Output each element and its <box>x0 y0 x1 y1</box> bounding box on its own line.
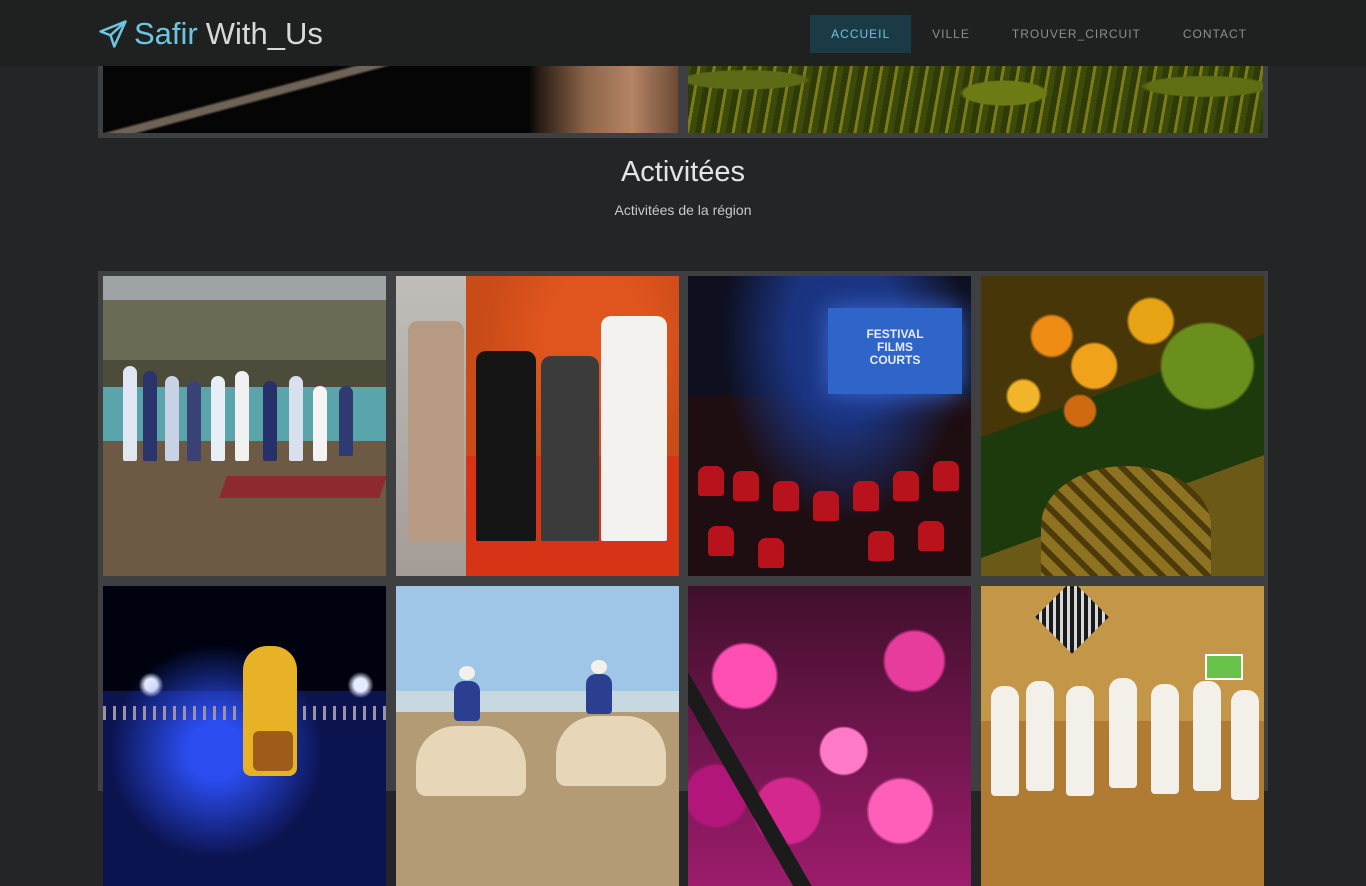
cinema-seat <box>698 466 724 496</box>
rug-shape <box>218 476 386 498</box>
wall-picture <box>1205 654 1243 680</box>
person-figure <box>408 321 464 541</box>
singer-figure <box>1109 678 1137 788</box>
main-nav: ACCUEIL VILLE TROUVER_CIRCUIT CONTACT <box>810 15 1268 53</box>
activity-image-date-palm[interactable] <box>981 276 1264 576</box>
drum <box>253 731 293 771</box>
camel <box>556 716 666 786</box>
performer-figure <box>165 376 179 461</box>
brand-logo-link[interactable]: Safir With_Us <box>98 14 323 54</box>
performer-figure <box>123 366 137 461</box>
activity-image-performers-lake[interactable] <box>103 276 386 576</box>
cinema-seat <box>708 526 734 556</box>
performer-figure <box>339 386 353 456</box>
cinema-seat <box>933 461 959 491</box>
singer-figure <box>1066 686 1094 796</box>
cinema-seat <box>918 521 944 551</box>
cinema-seat <box>853 481 879 511</box>
activity-image-stage-drummer[interactable] <box>103 586 386 886</box>
performer-figure <box>263 381 277 461</box>
rider <box>454 681 480 721</box>
section-title: Activitées <box>620 156 746 188</box>
paper-plane-icon <box>98 19 128 49</box>
activity-image-roses[interactable] <box>688 586 971 886</box>
activity-image-singers-group[interactable] <box>981 586 1264 886</box>
activity-image-camel-riders[interactable] <box>396 586 679 886</box>
brand-name-accent: Safir <box>134 16 198 51</box>
screen-text: FESTIVAL FILMS COURTS <box>866 327 924 367</box>
person-figure <box>476 351 536 541</box>
brand-name-rest: With_Us <box>205 16 323 51</box>
palm-trunk <box>1041 466 1211 576</box>
person-figure <box>601 316 667 541</box>
activities-gallery: FESTIVAL FILMS COURTS <box>98 271 1268 886</box>
performer-figure <box>143 371 157 461</box>
cinema-seat <box>868 531 894 561</box>
wall-decoration <box>1035 586 1109 654</box>
nav-item-accueil[interactable]: ACCUEIL <box>810 15 912 53</box>
singer-figure <box>991 686 1019 796</box>
activity-image-award-ceremony[interactable] <box>396 276 679 576</box>
performer-figure <box>235 371 249 461</box>
performer-figure <box>211 376 225 461</box>
activity-image-film-festival[interactable]: FESTIVAL FILMS COURTS <box>688 276 971 576</box>
singer-figure <box>1231 690 1259 800</box>
rose-stem <box>688 624 826 886</box>
singer-figure <box>1026 681 1054 791</box>
cinema-seat <box>773 481 799 511</box>
cinema-seat <box>813 491 839 521</box>
cinema-seat <box>893 471 919 501</box>
performer-figure <box>187 381 201 461</box>
cinema-screen: FESTIVAL FILMS COURTS <box>828 308 962 394</box>
person-figure <box>541 356 599 541</box>
navbar: Safir With_Us ACCUEIL VILLE TROUVER_CIRC… <box>0 0 1366 66</box>
nav-item-trouver-circuit[interactable]: TROUVER_CIRCUIT <box>991 15 1162 53</box>
turban <box>591 660 607 674</box>
singer-figure <box>1193 681 1221 791</box>
nav-item-contact[interactable]: CONTACT <box>1162 15 1268 53</box>
performer-figure <box>313 386 327 461</box>
cinema-seat <box>733 471 759 501</box>
section-subtitle: Activitées de la région <box>614 202 752 218</box>
camel <box>416 726 526 796</box>
singer-figure <box>1151 684 1179 794</box>
performer-figure <box>289 376 303 461</box>
rider <box>586 674 612 714</box>
cinema-seat <box>758 538 784 568</box>
turban <box>459 666 475 680</box>
nav-item-ville[interactable]: VILLE <box>911 15 991 53</box>
